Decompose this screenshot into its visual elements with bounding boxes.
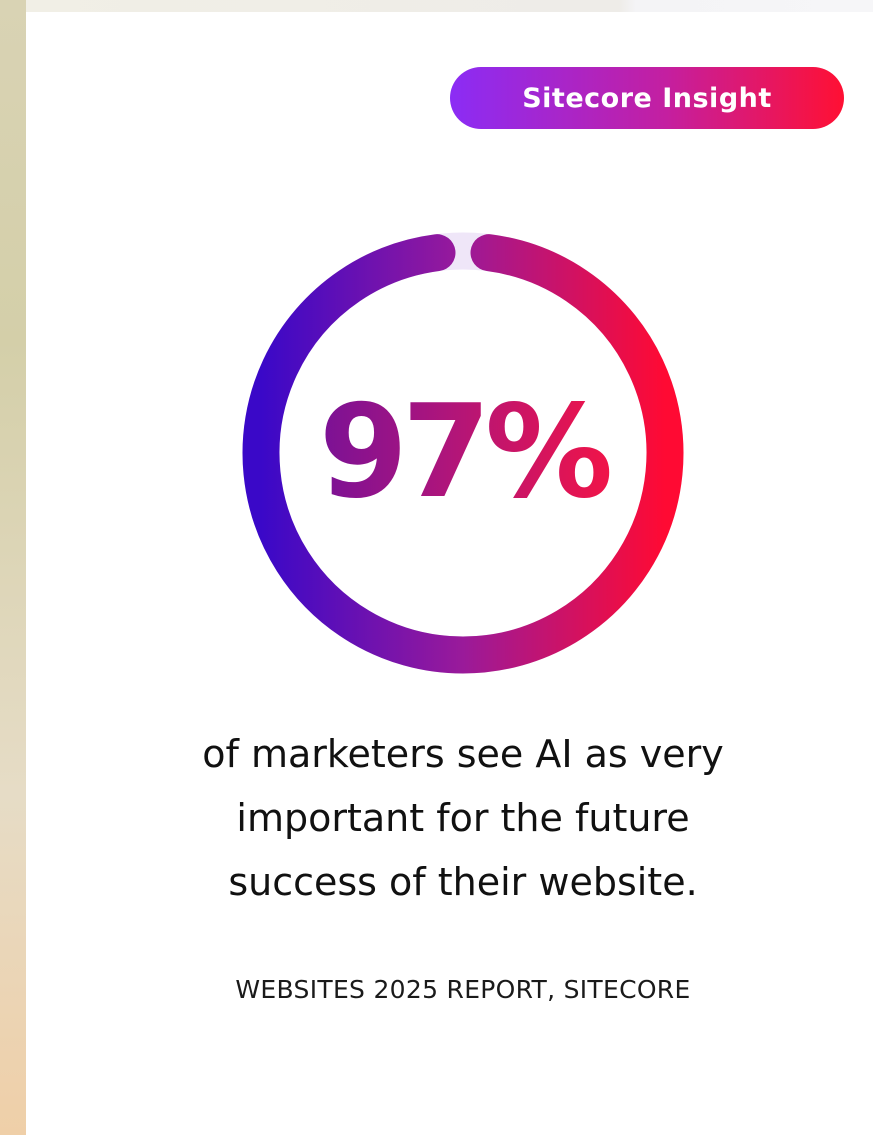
insight-badge: Sitecore Insight — [450, 67, 844, 129]
background-top-strip — [26, 0, 873, 12]
stat-source: WEBSITES 2025 REPORT, SITECORE — [235, 975, 691, 1004]
stat-value: 97% — [236, 226, 690, 680]
background-left-strip — [0, 0, 26, 1135]
stat-value-text: 97% — [319, 378, 610, 527]
stat-description: of marketers see AI as very important fo… — [202, 732, 724, 904]
insight-badge-label: Sitecore Insight — [522, 82, 772, 114]
